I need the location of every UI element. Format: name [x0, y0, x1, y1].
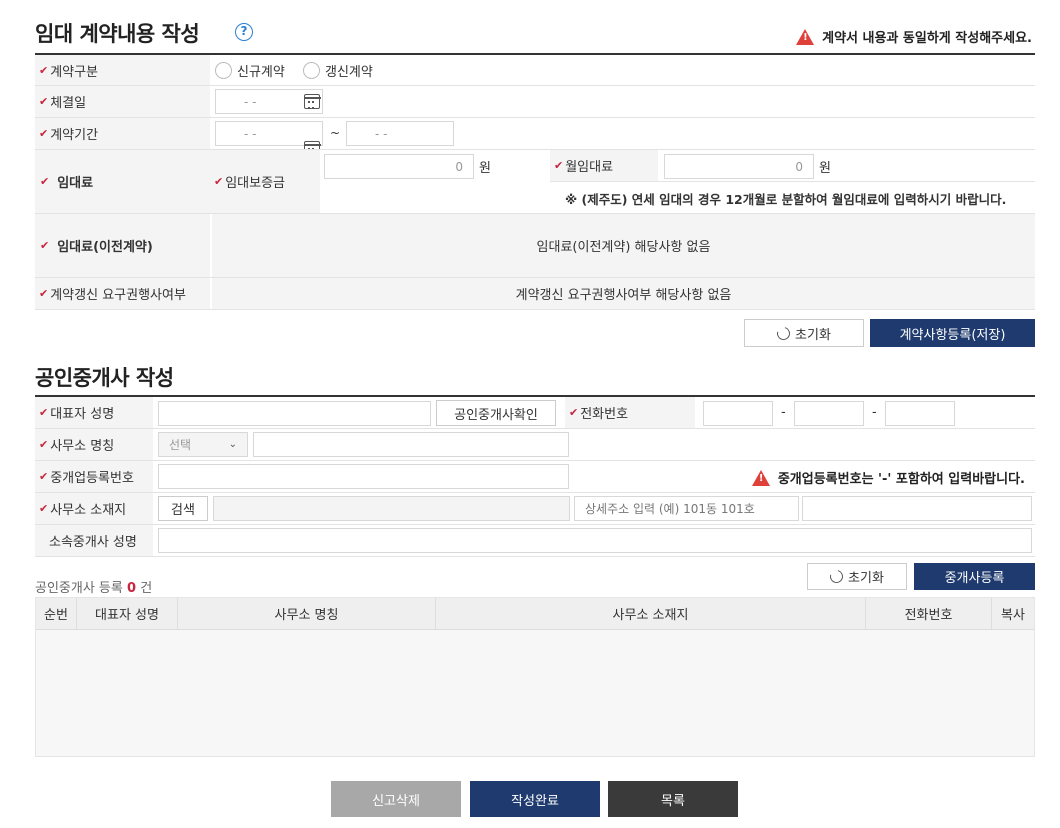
phone-part3-input[interactable] [885, 401, 955, 426]
monthly-rent-input[interactable]: 0 [664, 154, 814, 179]
radio-renewal-contract[interactable]: 갱신계약 [303, 61, 373, 80]
period-separator: ~ [330, 126, 341, 140]
broker-top-border [35, 395, 1035, 397]
renewal-right-label: ✔ 계약갱신 요구권행사여부 [35, 278, 210, 309]
th-phone: 전화번호 [866, 598, 992, 629]
office-address-label: ✔ 사무소 소재지 [35, 493, 153, 524]
calendar-icon[interactable] [303, 94, 321, 109]
broker-count: 공인중개사 등록 0 건 [35, 581, 153, 596]
member-broker-label: 소속중개사 성명 [35, 525, 153, 556]
phone-part2-input[interactable] [794, 401, 864, 426]
contract-warning-text: 계약서 내용과 동일하게 작성해주세요. [822, 31, 1032, 46]
contract-save-button[interactable]: 계약사항등록(저장) [870, 319, 1035, 347]
delete-report-button[interactable]: 신고삭제 [331, 781, 461, 817]
phone-label: ✔ 전화번호 [565, 397, 695, 428]
th-copy: 복사 [992, 598, 1034, 629]
office-name-select[interactable]: 선택 ⌄ [158, 432, 248, 457]
verify-broker-button[interactable]: 공인중개사확인 [436, 400, 556, 426]
warning-icon: ! [751, 469, 770, 486]
phone-separator: - [872, 405, 877, 420]
th-office-name: 사무소 명칭 [178, 598, 436, 629]
rep-name-input[interactable] [158, 401, 431, 426]
broker-count-number: 0 [127, 581, 137, 596]
list-button[interactable]: 목록 [608, 781, 738, 817]
prev-rent-label: ✔ 임대료(이전계약) [35, 214, 210, 277]
broker-table: 순번 대표자 성명 사무소 명칭 사무소 소재지 전화번호 복사 [35, 597, 1035, 757]
address-extra-input[interactable] [802, 496, 1032, 521]
period-end-input[interactable]: - - [346, 121, 454, 146]
complete-button[interactable]: 작성완료 [470, 781, 600, 817]
phone-part1-input[interactable] [703, 401, 773, 426]
table-header-row: 순번 대표자 성명 사무소 명칭 사무소 소재지 전화번호 복사 [36, 598, 1034, 630]
warning-icon: ! [796, 28, 815, 45]
phone-separator: - [781, 405, 786, 420]
address-search-button[interactable]: 검색 [158, 496, 208, 521]
reset-icon [827, 567, 846, 586]
rep-name-label: ✔ 대표자 성명 [35, 397, 153, 428]
deposit-label: ✔ 임대보증금 [210, 150, 320, 213]
contract-warning: ! 계약서 내용과 동일하게 작성해주세요. [796, 27, 1032, 46]
contract-reset-button[interactable]: 초기화 [744, 319, 864, 347]
member-broker-input[interactable] [158, 528, 1032, 553]
monthly-rent-label: ✔ 월임대료 [550, 150, 658, 181]
reg-no-warning: ! 중개업등록번호는 '-' 포함하여 입력바랍니다. [751, 468, 1025, 487]
th-rep-name: 대표자 성명 [77, 598, 178, 629]
broker-register-button[interactable]: 중개사등록 [914, 563, 1035, 590]
broker-title: 공인중개사 작성 [35, 366, 174, 390]
reset-icon [774, 324, 793, 342]
broker-reset-button[interactable]: 초기화 [807, 563, 907, 590]
office-name-input[interactable] [253, 432, 569, 457]
deposit-input[interactable]: 0 [324, 154, 474, 179]
th-seq: 순번 [36, 598, 77, 629]
contract-date-label: ✔ 체결일 [35, 86, 210, 117]
reg-no-label: ✔ 중개업등록번호 [35, 461, 153, 492]
contract-title: 임대 계약내용 작성 [35, 22, 200, 46]
reg-no-input[interactable] [158, 464, 569, 489]
prev-rent-text: 임대료(이전계약) 해당사항 없음 [212, 214, 1035, 277]
contract-type-label: ✔ 계약구분 [35, 55, 210, 85]
renewal-right-text: 계약갱신 요구권행사여부 해당사항 없음 [212, 278, 1035, 309]
monthly-rent-unit: 원 [819, 161, 831, 176]
rent-label: ✔ 임대료 [35, 150, 210, 213]
reg-no-warning-text: 중개업등록번호는 '-' 포함하여 입력바랍니다. [777, 472, 1025, 487]
chevron-down-icon: ⌄ [228, 439, 237, 450]
deposit-unit: 원 [479, 161, 491, 176]
radio-circle-icon[interactable] [215, 62, 232, 79]
radio-new-contract[interactable]: 신규계약 [215, 61, 285, 80]
contract-period-label: ✔ 계약기간 [35, 118, 210, 149]
jeju-note: ※ (제주도) 연세 임대의 경우 12개월로 분할하여 월임대료에 입력하시기… [565, 192, 1007, 207]
address-detail-input[interactable]: 상세주소 입력 (예) 101동 101호 [574, 496, 799, 521]
help-icon[interactable]: ? [235, 23, 253, 41]
radio-circle-icon[interactable] [303, 62, 320, 79]
address-input[interactable] [213, 496, 570, 521]
th-office-address: 사무소 소재지 [436, 598, 866, 629]
office-name-label: ✔ 사무소 명칭 [35, 429, 153, 460]
